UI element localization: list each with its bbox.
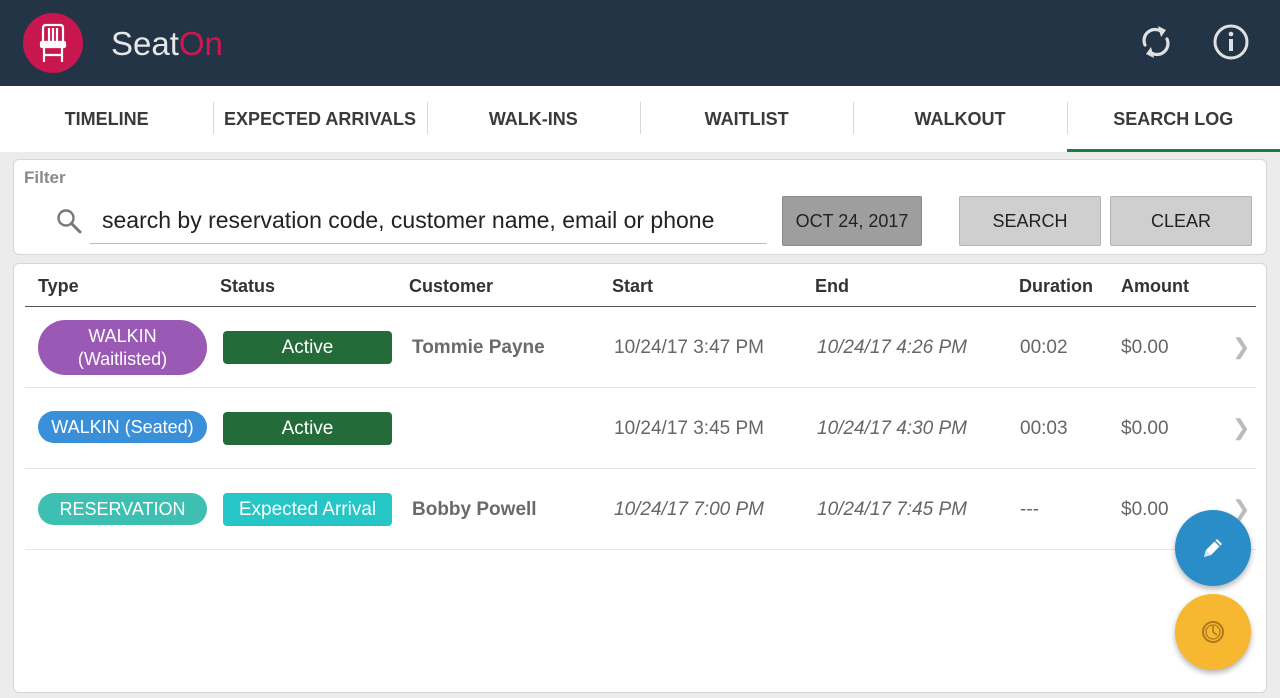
amount: $0.00 [1121, 418, 1169, 439]
type-badge: WALKIN (Waitlisted) [38, 320, 207, 375]
app-title-part1: Seat [111, 25, 179, 62]
edit-fab-button[interactable] [1175, 510, 1251, 586]
chevron-right-icon: ❯ [1232, 415, 1251, 440]
status-badge: Expected Arrival [223, 493, 392, 526]
info-button[interactable] [1211, 22, 1251, 62]
customer-name: Tommie Payne [412, 337, 545, 358]
search-results-table: Type Status Customer Start End Duration … [13, 263, 1267, 693]
column-header-type: Type [38, 276, 79, 296]
table-row[interactable]: RESERVATION Expected Arrival Bobby Powel… [25, 469, 1256, 550]
tab-waitlist[interactable]: WAITLIST [639, 86, 853, 152]
chevron-right-icon: ❯ [1232, 334, 1251, 359]
column-header-end: End [815, 276, 849, 296]
end-time: 10/24/17 7:45 PM [817, 499, 967, 520]
date-picker-button[interactable]: OCT 24, 2017 [782, 196, 922, 246]
search-input[interactable] [90, 198, 767, 244]
end-time: 10/24/17 4:30 PM [817, 418, 967, 439]
search-button[interactable]: SEARCH [959, 196, 1101, 246]
pencil-icon [1204, 539, 1222, 557]
sync-button[interactable] [1136, 22, 1176, 62]
info-icon [1213, 24, 1249, 60]
app-title: SeatOn [111, 24, 223, 64]
table-header: Type Status Customer Start End Duration … [25, 264, 1256, 307]
duration: 00:03 [1020, 418, 1068, 439]
table-row[interactable]: WALKIN (Seated) Active 10/24/17 3:45 PM … [25, 388, 1256, 469]
column-header-amount: Amount [1121, 276, 1189, 296]
customer-name: Bobby Powell [412, 499, 537, 520]
clear-button[interactable]: CLEAR [1110, 196, 1252, 246]
amount: $0.00 [1121, 337, 1169, 358]
column-header-customer: Customer [409, 276, 494, 296]
tab-timeline[interactable]: TIMELINE [0, 86, 213, 152]
start-time: 10/24/17 3:45 PM [614, 418, 764, 439]
history-fab-button[interactable] [1175, 594, 1251, 670]
tab-search-log[interactable]: SEARCH LOG [1066, 86, 1280, 152]
tab-walk-ins[interactable]: WALK-INS [426, 86, 640, 152]
type-badge: WALKIN (Seated) [38, 411, 207, 443]
type-badge-line1: WALKIN [88, 325, 157, 346]
status-badge: Active [223, 412, 392, 445]
column-header-duration: Duration [1019, 276, 1093, 296]
duration: --- [1020, 499, 1039, 520]
status-badge: Active [223, 331, 392, 364]
clock-icon [1202, 621, 1224, 643]
app-header: SeatOn [0, 0, 1280, 86]
tab-walkout[interactable]: WALKOUT [853, 86, 1066, 152]
sync-icon [1142, 26, 1170, 58]
search-icon [57, 209, 82, 234]
main-tabs: TIMELINE EXPECTED ARRIVALS WALK-INS WAIT… [0, 86, 1280, 152]
filter-label: Filter [24, 168, 66, 187]
chair-icon [39, 23, 67, 62]
column-header-status: Status [220, 276, 276, 296]
app-title-part2: On [178, 25, 223, 62]
app-logo [23, 13, 83, 73]
filter-panel: Filter OCT 24, 2017 SEARCH CLEAR [13, 159, 1267, 255]
tab-expected-arrivals[interactable]: EXPECTED ARRIVALS [213, 86, 426, 152]
type-badge: RESERVATION [38, 493, 207, 525]
duration: 00:02 [1020, 337, 1068, 358]
table-row[interactable]: WALKIN (Waitlisted) Active Tommie Payne … [25, 307, 1256, 388]
amount: $0.00 [1121, 499, 1169, 520]
column-header-start: Start [612, 276, 654, 296]
type-badge-line2: (Waitlisted) [77, 348, 168, 369]
end-time: 10/24/17 4:26 PM [817, 337, 967, 358]
start-time: 10/24/17 7:00 PM [614, 499, 764, 520]
start-time: 10/24/17 3:47 PM [614, 337, 764, 358]
